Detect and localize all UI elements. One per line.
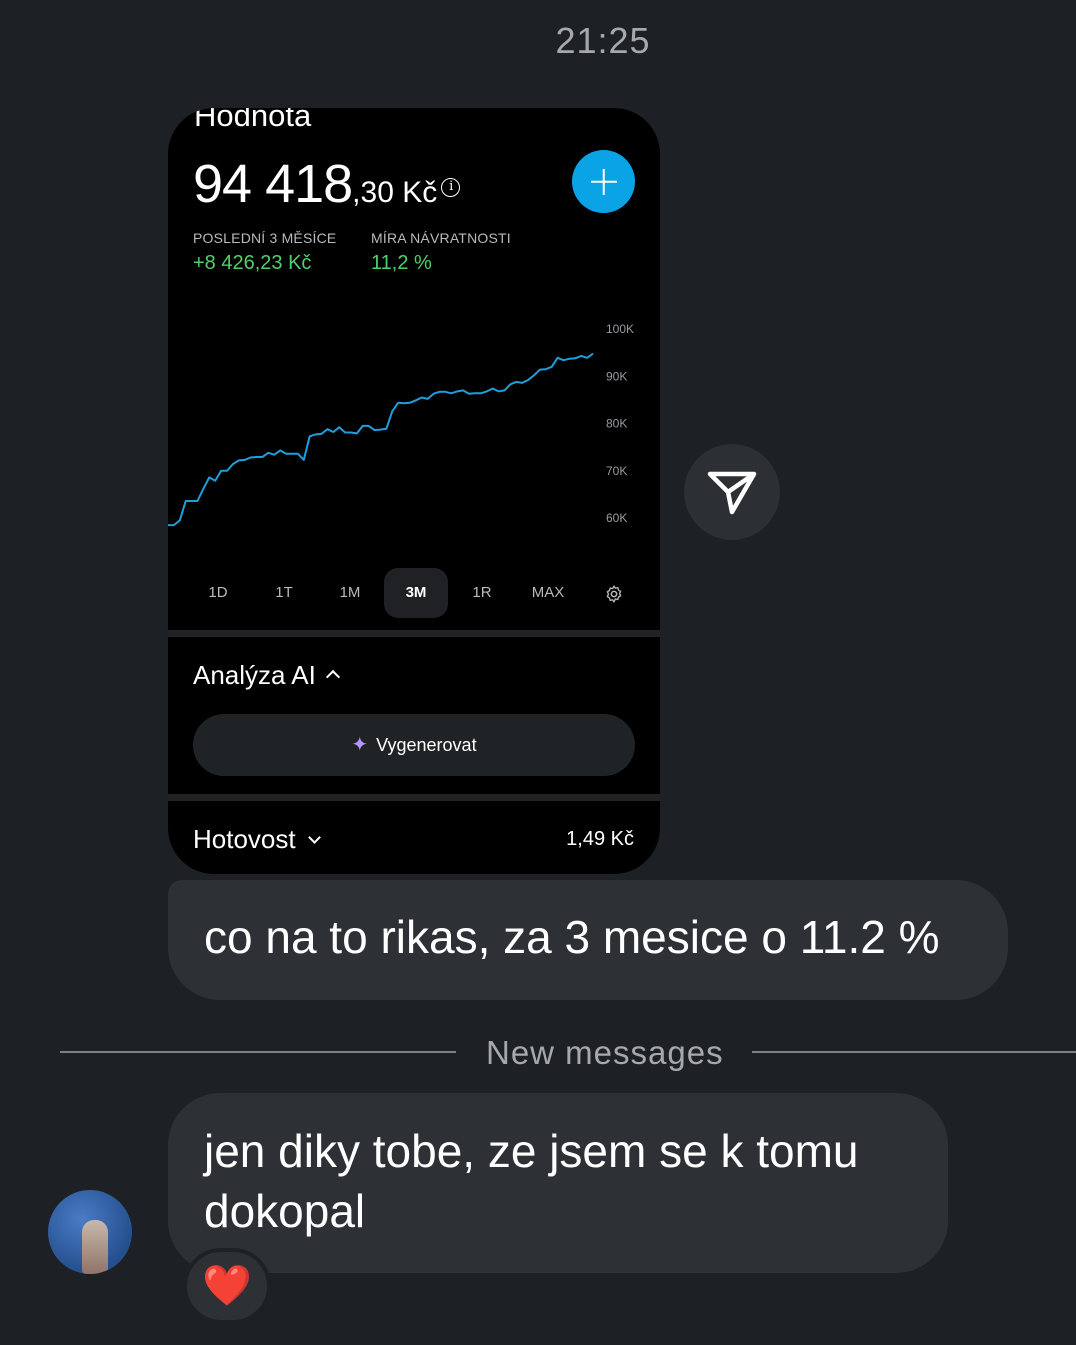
y-tick-label: 100K	[606, 322, 634, 336]
portfolio-balance: 94 418,30 Kč i	[193, 153, 461, 215]
range-1r: 1R	[472, 584, 492, 601]
range-max: MAX	[531, 584, 565, 601]
chevron-up-icon	[325, 669, 340, 685]
cash-value: 1,49 Kč	[566, 828, 634, 850]
balance-fraction: ,30 Kč	[352, 176, 438, 209]
stat-value-return: 11,2 %	[371, 252, 432, 274]
generate-label: Vygenerovat	[376, 735, 477, 755]
message-bubble[interactable]: co na to rikas, za 3 mesice o 11.2 %	[168, 880, 1008, 1000]
cash-header: Hotovost	[193, 824, 321, 855]
divider	[168, 630, 660, 637]
divider-line-right	[752, 1051, 1076, 1053]
y-tick-label: 60K	[606, 511, 627, 525]
message-bubble[interactable]: jen diky tobe, ze jsem se k tomu dokopal	[168, 1093, 948, 1273]
ai-analysis-label: Analýza AI	[193, 660, 316, 690]
range-1d: 1D	[208, 584, 228, 601]
range-1t: 1T	[275, 584, 293, 601]
stat-value-gain: +8 426,23 Kč	[193, 252, 312, 274]
sparkle-icon: ✦	[351, 734, 369, 756]
balance-main: 94 418	[193, 154, 353, 214]
y-tick-label: 70K	[606, 464, 627, 478]
series-line	[168, 352, 594, 527]
generate-button: ✦ Vygenerovat	[193, 714, 635, 776]
share-button[interactable]	[684, 444, 780, 540]
info-icon: i	[441, 178, 461, 198]
avatar[interactable]	[48, 1190, 132, 1274]
portfolio-title: Hodnota	[194, 108, 312, 133]
stat-label-period: POSLEDNÍ 3 MĚSÍCE	[193, 230, 337, 246]
y-tick-label: 80K	[606, 417, 627, 431]
gear-icon	[606, 585, 622, 603]
new-messages-label: New messages	[486, 1034, 724, 1071]
divider-line-left	[60, 1051, 456, 1053]
new-messages-divider: New messages	[0, 1032, 1076, 1072]
divider	[168, 794, 660, 801]
y-tick-label: 90K	[606, 369, 627, 383]
shared-screenshot[interactable]: Hodnota 94 418,30 Kč i POSLEDNÍ 3 MĚSÍCE …	[168, 108, 660, 874]
message-text: co na to rikas, za 3 mesice o 11.2 %	[204, 911, 940, 963]
chevron-down-icon	[307, 831, 321, 844]
message-timestamp: 21:25	[555, 20, 651, 61]
ai-analysis-header: Analýza AI	[193, 660, 340, 691]
portfolio-line-chart: 100K 90K 80K 70K 60K	[168, 322, 634, 527]
range-3m: 3M	[384, 568, 448, 618]
cash-label: Hotovost	[193, 824, 296, 854]
range-1m: 1M	[339, 584, 361, 601]
heart-reaction[interactable]: ❤️	[183, 1248, 271, 1324]
range-selector: 1D 1T 1M 3M 1R MAX	[186, 568, 650, 620]
send-icon	[707, 471, 757, 515]
message-text: jen diky tobe, ze jsem se k tomu dokopal	[204, 1125, 859, 1237]
stat-label-return: MÍRA NÁVRATNOSTI	[371, 230, 511, 246]
plus-icon	[572, 150, 635, 213]
